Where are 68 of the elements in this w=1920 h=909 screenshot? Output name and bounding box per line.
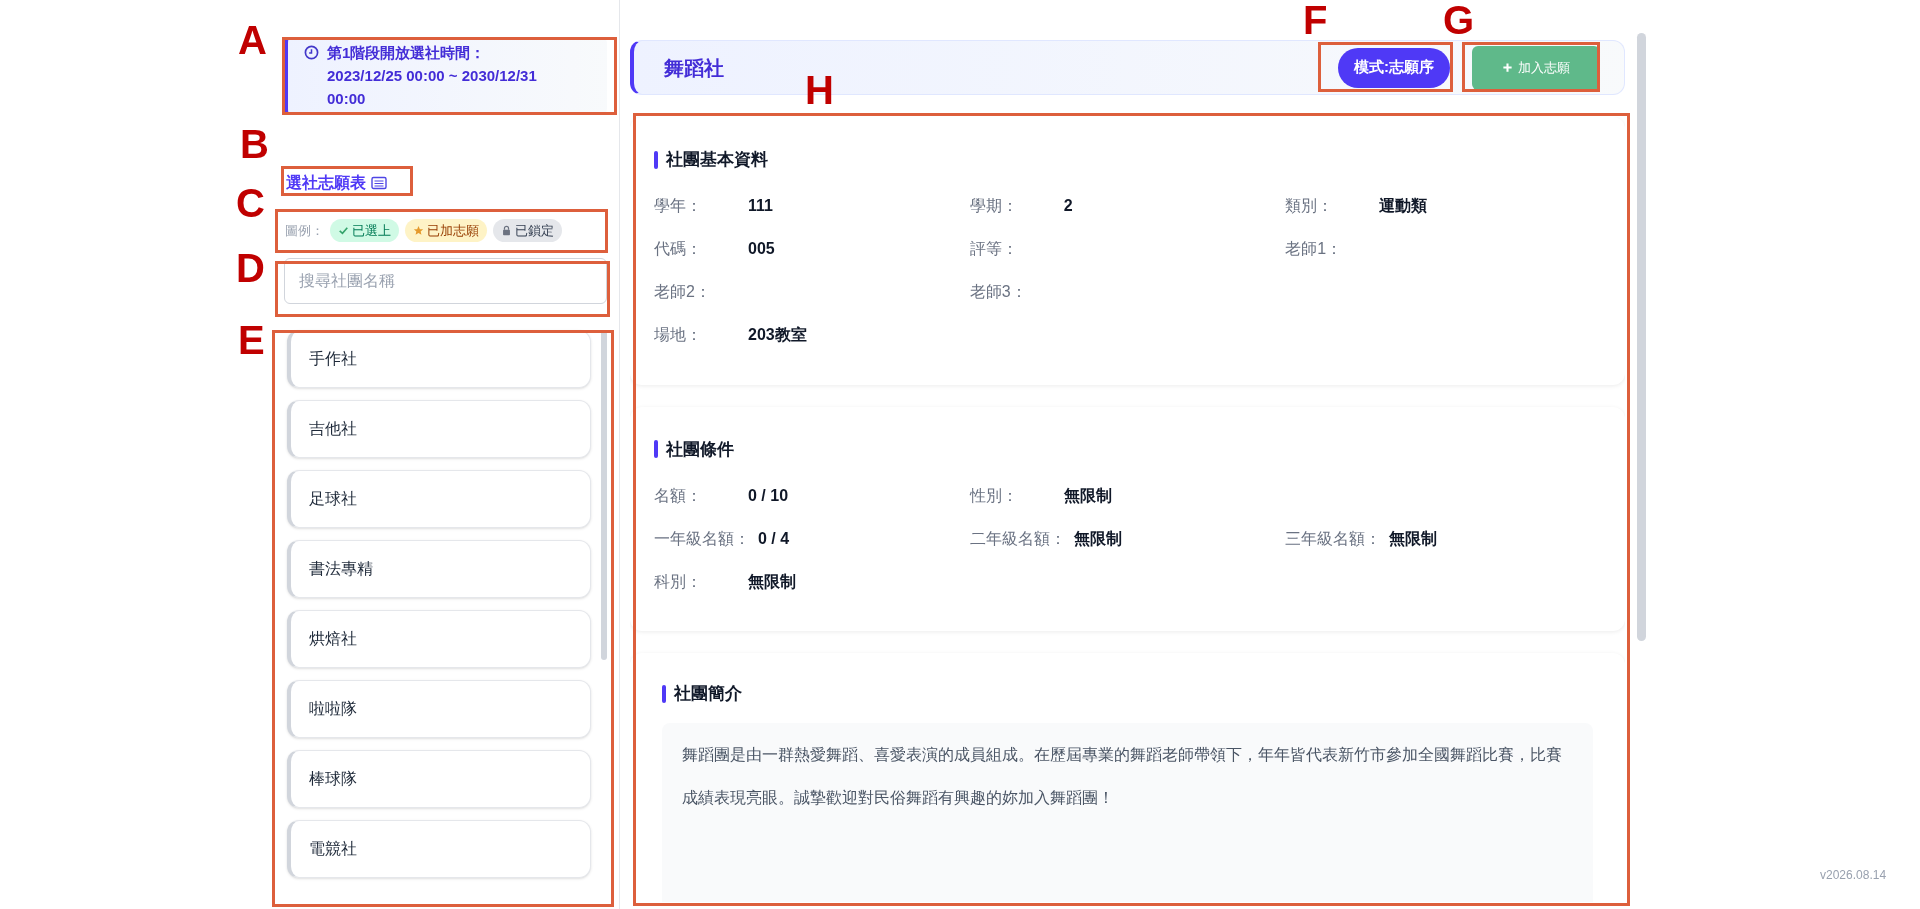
scrollbar[interactable] xyxy=(601,330,607,660)
annotation-letter: F xyxy=(1303,0,1328,40)
club-item[interactable]: 電競社 xyxy=(287,820,591,878)
field-label: 評等： xyxy=(969,239,1019,259)
lock-icon xyxy=(501,225,512,236)
field-value: 005 xyxy=(748,239,775,259)
annotation-letter: E xyxy=(238,320,265,360)
field-label: 老師2： xyxy=(654,282,712,302)
club-item[interactable]: 烘焙社 xyxy=(287,610,591,668)
annotation-letter: D xyxy=(236,248,265,288)
club-item[interactable]: 足球社 xyxy=(287,470,591,528)
field-label: 科別： xyxy=(654,571,703,592)
notice-title: 第1階段開放選社時間： xyxy=(327,43,487,63)
section-title: 社團簡介 xyxy=(674,683,742,705)
legend-badge: 已選上 xyxy=(330,219,399,242)
annotation-letter: B xyxy=(240,124,269,164)
description-text: 舞蹈團是由一群熱愛舞蹈、喜愛表演的成員組成。在歷屆專業的舞蹈老師帶領下，年年皆代表新竹市參加全國舞蹈比賽，比賽成績表現亮眼。誠摯歡迎對民俗舞蹈有興趣的妳加入舞蹈團！ xyxy=(682,744,1563,808)
field-label: 學期： xyxy=(969,196,1019,216)
field-value: 運動類 xyxy=(1379,196,1428,216)
legend-label: 圖例： xyxy=(285,221,324,240)
field-label: 學年： xyxy=(654,196,703,216)
field-value: 無限制 xyxy=(1063,485,1112,506)
field-label: 類別： xyxy=(1285,196,1335,216)
club-item[interactable]: 棒球隊 xyxy=(287,750,591,808)
wishlist-link[interactable]: 選社志願表 xyxy=(286,171,388,195)
mode-badge: 模式:志願序 xyxy=(1338,47,1450,88)
field-value: 0 / 10 xyxy=(748,485,789,506)
accent-bar xyxy=(654,150,658,169)
field-label: 場地： xyxy=(654,325,703,345)
field-label: 代碼： xyxy=(654,239,703,259)
check-icon xyxy=(338,225,349,236)
field-label: 老師3： xyxy=(969,282,1028,302)
star-icon xyxy=(413,225,424,236)
section-title: 社團條件 xyxy=(666,438,734,461)
annotation-letter: G xyxy=(1443,0,1475,40)
field-label: 一年級名額： xyxy=(654,528,750,549)
field-label: 老師1： xyxy=(1285,239,1344,259)
annotation-letter: H xyxy=(805,70,834,110)
field-value: 2 xyxy=(1063,196,1073,216)
club-item[interactable]: 吉他社 xyxy=(287,400,591,458)
list-icon xyxy=(370,175,388,191)
field-value: 無限制 xyxy=(1389,528,1438,549)
field-label: 名額： xyxy=(654,485,703,506)
field-label: 性別： xyxy=(969,485,1019,506)
club-title: 舞蹈社 xyxy=(664,55,725,81)
legend-badge: 已鎖定 xyxy=(493,219,562,242)
accent-bar xyxy=(662,684,666,703)
notice-period: 2023/12/25 00:00 ~ 2030/12/31 00:00 xyxy=(327,66,538,109)
field-value: 0 / 4 xyxy=(758,528,790,549)
club-item[interactable]: 手作社 xyxy=(287,330,591,388)
field-value: 203教室 xyxy=(748,325,807,345)
accent-bar xyxy=(654,440,658,459)
club-item[interactable]: 啦啦隊 xyxy=(287,680,591,738)
plus-icon xyxy=(1502,62,1513,73)
search-field[interactable]: 搜尋社團名稱 xyxy=(284,258,607,304)
field-value: 無限制 xyxy=(748,571,796,592)
legend-badge: 已加志願 xyxy=(405,219,487,242)
version-label: v2026.08.14 xyxy=(1820,867,1887,884)
scrollbar[interactable] xyxy=(1637,33,1646,641)
field-label: 三年級名額： xyxy=(1285,528,1382,549)
field-label: 二年級名額： xyxy=(969,528,1066,549)
annotation-letter: C xyxy=(236,183,265,223)
annotation-letter: A xyxy=(238,20,267,60)
club-item[interactable]: 書法專精 xyxy=(287,540,591,598)
clock-icon xyxy=(304,45,319,60)
section-title: 社團基本資料 xyxy=(666,149,768,171)
field-value: 111 xyxy=(748,196,773,216)
field-value: 無限制 xyxy=(1073,528,1122,549)
